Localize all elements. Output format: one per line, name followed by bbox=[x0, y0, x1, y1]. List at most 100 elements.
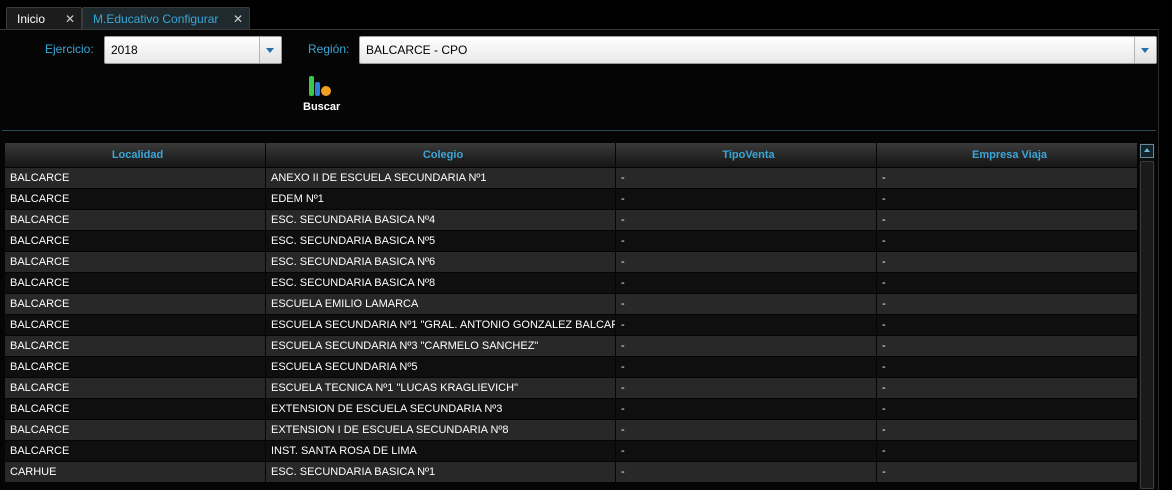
cell-tipoventa: - bbox=[616, 252, 876, 272]
results-grid: Localidad Colegio TipoVenta Empresa Viaj… bbox=[5, 143, 1137, 482]
cell-tipoventa: - bbox=[616, 357, 876, 377]
cell-localidad: BALCARCE bbox=[5, 168, 265, 188]
column-header-empresa-viaja[interactable]: Empresa Viaja bbox=[877, 143, 1137, 167]
cell-colegio: EXTENSION DE ESCUELA SECUNDARIA Nº3 bbox=[266, 399, 615, 419]
buscar-button[interactable]: Buscar bbox=[295, 72, 349, 120]
ejercicio-value: 2018 bbox=[111, 43, 138, 57]
cell-colegio: ESC. SECUNDARIA BASICA Nº4 bbox=[266, 210, 615, 230]
cell-localidad: BALCARCE bbox=[5, 273, 265, 293]
cell-tipoventa: - bbox=[616, 336, 876, 356]
cell-tipoventa: - bbox=[616, 168, 876, 188]
cell-localidad: BALCARCE bbox=[5, 315, 265, 335]
cell-empresa-viaja: - bbox=[877, 252, 1137, 272]
table-row[interactable]: BALCARCE ESCUELA TECNICA Nº1 "LUCAS KRAGL… bbox=[5, 378, 1137, 398]
cell-empresa-viaja: - bbox=[877, 399, 1137, 419]
table-row[interactable]: BALCARCE ESC. SECUNDARIA BASICA Nº8- - bbox=[5, 273, 1137, 293]
scroll-thumb[interactable] bbox=[1140, 161, 1154, 489]
table-row[interactable]: BALCARCE ESC. SECUNDARIA BASICA Nº4- - bbox=[5, 210, 1137, 230]
cell-empresa-viaja: - bbox=[877, 336, 1137, 356]
cell-tipoventa: - bbox=[616, 399, 876, 419]
cell-localidad: BALCARCE bbox=[5, 357, 265, 377]
close-icon[interactable]: ✕ bbox=[65, 8, 75, 30]
cell-localidad: BALCARCE bbox=[5, 210, 265, 230]
column-header-colegio[interactable]: Colegio bbox=[266, 143, 615, 167]
column-header-localidad[interactable]: Localidad bbox=[5, 143, 265, 167]
cell-empresa-viaja: - bbox=[877, 231, 1137, 251]
cell-empresa-viaja: - bbox=[877, 357, 1137, 377]
vertical-scrollbar[interactable] bbox=[1139, 143, 1155, 489]
arrow-up-icon[interactable] bbox=[1140, 144, 1154, 158]
tab-bar: Inicio ✕ M.Educativo Configurar ✕ bbox=[0, 0, 1172, 30]
cell-empresa-viaja: - bbox=[877, 462, 1137, 482]
cell-colegio: ESCUELA SECUNDARIA Nº1 "GRAL. ANTONIO GO… bbox=[266, 315, 615, 335]
cell-localidad: CARHUE bbox=[5, 462, 265, 482]
table-row[interactable]: CARHUE ESC. SECUNDARIA BASICA Nº1- - bbox=[5, 462, 1137, 482]
cell-tipoventa: - bbox=[616, 294, 876, 314]
cell-colegio: ESC. SECUNDARIA BASICA Nº5 bbox=[266, 231, 615, 251]
cell-colegio: ESCUELA TECNICA Nº1 "LUCAS KRAGLIEVICH" bbox=[266, 378, 615, 398]
cell-localidad: BALCARCE bbox=[5, 441, 265, 461]
cell-colegio: ESCUELA SECUNDARIA Nº5 bbox=[266, 357, 615, 377]
cell-localidad: BALCARCE bbox=[5, 378, 265, 398]
ejercicio-label: Ejercicio: bbox=[45, 42, 94, 56]
cell-colegio: ESCUELA EMILIO LAMARCA bbox=[266, 294, 615, 314]
cell-tipoventa: - bbox=[616, 378, 876, 398]
cell-empresa-viaja: - bbox=[877, 189, 1137, 209]
grid-header: Localidad Colegio TipoVenta Empresa Viaj… bbox=[5, 143, 1137, 167]
column-header-tipoventa[interactable]: TipoVenta bbox=[616, 143, 876, 167]
cell-tipoventa: - bbox=[616, 315, 876, 335]
cell-localidad: BALCARCE bbox=[5, 294, 265, 314]
cell-colegio: ESCUELA SECUNDARIA Nº3 "CARMELO SANCHEZ" bbox=[266, 336, 615, 356]
cell-empresa-viaja: - bbox=[877, 273, 1137, 293]
cell-localidad: BALCARCE bbox=[5, 420, 265, 440]
chevron-down-icon[interactable] bbox=[1134, 37, 1156, 63]
cell-empresa-viaja: - bbox=[877, 441, 1137, 461]
table-row[interactable]: BALCARCE ESC. SECUNDARIA BASICA Nº5- - bbox=[5, 231, 1137, 251]
cell-tipoventa: - bbox=[616, 189, 876, 209]
table-row[interactable]: BALCARCE ANEXO II DE ESCUELA SECUNDARIA N… bbox=[5, 168, 1137, 188]
chart-bars-icon bbox=[309, 76, 331, 96]
tab-inicio[interactable]: Inicio ✕ bbox=[6, 7, 82, 29]
cell-empresa-viaja: - bbox=[877, 210, 1137, 230]
table-row[interactable]: BALCARCE EXTENSION DE ESCUELA SECUNDARIA … bbox=[5, 399, 1137, 419]
cell-localidad: BALCARCE bbox=[5, 336, 265, 356]
cell-empresa-viaja: - bbox=[877, 315, 1137, 335]
close-icon[interactable]: ✕ bbox=[233, 8, 243, 30]
cell-empresa-viaja: - bbox=[877, 378, 1137, 398]
cell-empresa-viaja: - bbox=[877, 294, 1137, 314]
cell-colegio: ESC. SECUNDARIA BASICA Nº8 bbox=[266, 273, 615, 293]
region-label: Región: bbox=[308, 42, 350, 56]
table-row[interactable]: BALCARCE ESCUELA SECUNDARIA Nº1 "GRAL. AN… bbox=[5, 315, 1137, 335]
chevron-down-icon[interactable] bbox=[259, 37, 281, 63]
cell-empresa-viaja: - bbox=[877, 420, 1137, 440]
table-row[interactable]: BALCARCE INST. SANTA ROSA DE LIMA - - bbox=[5, 441, 1137, 461]
cell-colegio: ESC. SECUNDARIA BASICA Nº1 bbox=[266, 462, 615, 482]
grid-body: BALCARCE ANEXO II DE ESCUELA SECUNDARIA N… bbox=[5, 168, 1137, 482]
table-row[interactable]: BALCARCE ESC. SECUNDARIA BASICA Nº6- - bbox=[5, 252, 1137, 272]
divider bbox=[2, 130, 1156, 131]
region-select[interactable]: BALCARCE - CPO bbox=[359, 36, 1157, 64]
cell-localidad: BALCARCE bbox=[5, 231, 265, 251]
cell-localidad: BALCARCE bbox=[5, 399, 265, 419]
cell-colegio: ESC. SECUNDARIA BASICA Nº6 bbox=[266, 252, 615, 272]
cell-tipoventa: - bbox=[616, 231, 876, 251]
cell-tipoventa: - bbox=[616, 273, 876, 293]
cell-tipoventa: - bbox=[616, 210, 876, 230]
cell-tipoventa: - bbox=[616, 462, 876, 482]
table-row[interactable]: BALCARCE ESCUELA SECUNDARIA Nº3 "CARMELO … bbox=[5, 336, 1137, 356]
cell-localidad: BALCARCE bbox=[5, 252, 265, 272]
cell-colegio: EXTENSION I DE ESCUELA SECUNDARIA Nº8 bbox=[266, 420, 615, 440]
tab-label: Inicio bbox=[17, 12, 46, 26]
tab-meducativo-configurar[interactable]: M.Educativo Configurar ✕ bbox=[82, 7, 250, 29]
ejercicio-select[interactable]: 2018 bbox=[104, 36, 282, 64]
table-row[interactable]: BALCARCE ESCUELA EMILIO LAMARCA - - bbox=[5, 294, 1137, 314]
cell-tipoventa: - bbox=[616, 420, 876, 440]
tab-label: M.Educativo Configurar bbox=[93, 12, 219, 26]
table-row[interactable]: BALCARCE ESCUELA SECUNDARIA Nº5- - bbox=[5, 357, 1137, 377]
table-row[interactable]: BALCARCE EXTENSION I DE ESCUELA SECUNDARI… bbox=[5, 420, 1137, 440]
table-row[interactable]: BALCARCE EDEM Nº1- - bbox=[5, 189, 1137, 209]
cell-colegio: ANEXO II DE ESCUELA SECUNDARIA Nº1 bbox=[266, 168, 615, 188]
buscar-label: Buscar bbox=[303, 101, 341, 113]
cell-empresa-viaja: - bbox=[877, 168, 1137, 188]
cell-colegio: INST. SANTA ROSA DE LIMA bbox=[266, 441, 615, 461]
